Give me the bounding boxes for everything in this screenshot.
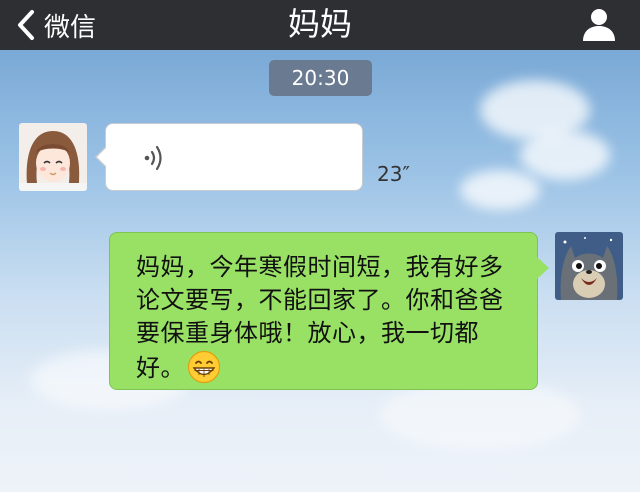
contact-avatar[interactable] [19, 123, 87, 191]
voice-message-bubble[interactable] [95, 123, 363, 191]
cloud [460, 170, 540, 210]
message-timestamp: 20:30 [269, 60, 372, 96]
cloud [380, 380, 580, 450]
text-message-bubble[interactable]: 妈妈，今年寒假时间短，我有好多论文要写，不能回家了。你和爸爸要保重身体哦！放心，… [109, 232, 549, 390]
girl-avatar [19, 123, 87, 191]
voice-wave-icon [144, 145, 162, 171]
grinning-face-emoji [187, 350, 221, 384]
top-bar: 微信 妈妈 [0, 0, 640, 50]
self-avatar[interactable] [555, 232, 623, 300]
voice-duration: 23″ [377, 162, 410, 186]
totoro-avatar [555, 232, 623, 300]
chat-area[interactable]: 20:30 23″ 妈妈，今年寒假时间短，我有好多论文要写，不能回家了。你和爸爸… [0, 50, 640, 492]
chat-title: 妈妈 [287, 5, 352, 43]
person-icon[interactable] [580, 5, 618, 43]
cloud [520, 130, 610, 180]
